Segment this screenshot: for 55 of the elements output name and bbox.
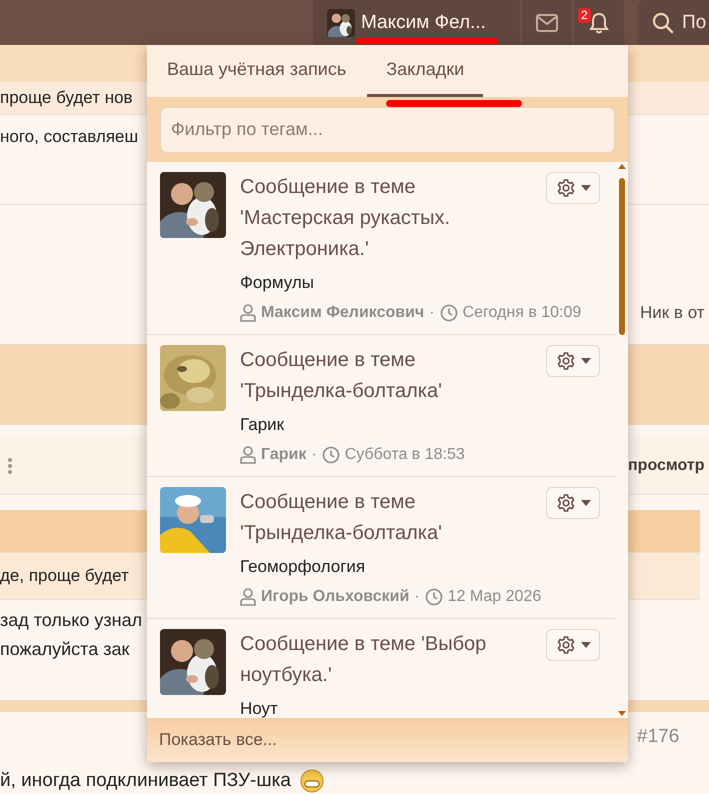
- grin-emoji-icon: [298, 768, 325, 794]
- show-all-link[interactable]: Показать все...: [159, 730, 277, 750]
- bookmark-title[interactable]: Сообщение в теме 'Выбор ноутбука.': [240, 629, 518, 691]
- more-icon[interactable]: [7, 456, 13, 474]
- notification-count: 2: [578, 8, 591, 23]
- search-button[interactable]: По: [638, 0, 709, 45]
- scrollbar[interactable]: [618, 164, 626, 716]
- user-menu-button[interactable]: Максим Фел...: [313, 0, 520, 45]
- tab[interactable]: Ваша учётная запись: [148, 45, 366, 97]
- person-icon: [240, 446, 256, 464]
- options-button[interactable]: [546, 345, 600, 377]
- post-text: проще будет нов: [0, 88, 133, 108]
- bookmark-label: Ноут: [240, 698, 279, 718]
- caret-icon: [580, 642, 590, 648]
- clock-icon: [440, 304, 458, 322]
- caret-icon: [580, 358, 590, 364]
- settings-icon: [556, 351, 576, 371]
- tag-filter-field[interactable]: Фильтр по тегам...: [160, 106, 615, 152]
- options-button[interactable]: [546, 172, 600, 204]
- clock-icon: [322, 446, 340, 464]
- bell-icon: [589, 12, 609, 34]
- settings-icon: [556, 493, 576, 513]
- bookmark-date: Сегодня в 10:09: [462, 303, 582, 323]
- messages-button[interactable]: [522, 0, 572, 45]
- post-text: ного, составляеш: [0, 127, 138, 147]
- bookmark-title[interactable]: Сообщение в теме 'Мастерская рукастых. Электроника.': [240, 172, 518, 265]
- separator: ·: [311, 445, 317, 465]
- separator: ·: [414, 587, 420, 607]
- bookmark-title[interactable]: Сообщение в теме 'Трынделка-болталка': [240, 487, 518, 549]
- post-text: де, проще будет: [0, 566, 129, 586]
- column-heading: просмотр: [628, 456, 705, 474]
- post-text: пожалуйста зак: [0, 639, 130, 660]
- bookmark-date: 12 Мар 2026: [448, 587, 542, 607]
- envelope-icon: [536, 14, 558, 32]
- bookmark-date: Суббота в 18:53: [344, 445, 465, 465]
- person-icon: [240, 304, 256, 322]
- post-text: й, иногда подклинивает ПЗУ-шка: [0, 770, 291, 792]
- search-icon: [652, 12, 674, 34]
- scroll-up-icon[interactable]: [618, 164, 626, 169]
- caret-icon: [580, 500, 590, 506]
- settings-icon: [556, 635, 576, 655]
- settings-icon: [556, 178, 576, 198]
- bookmark-label: Геоморфология: [240, 556, 366, 578]
- options-button[interactable]: [546, 629, 600, 661]
- post-text: Ник в от: [640, 303, 705, 323]
- caret-icon: [580, 185, 590, 191]
- bookmark-title[interactable]: Сообщение в теме 'Трынделка-болталка': [240, 345, 518, 407]
- bookmark-label: Гарик: [240, 414, 286, 436]
- separator: ·: [429, 303, 435, 323]
- clock-icon: [424, 588, 443, 606]
- notifications-button[interactable]: 2: [574, 0, 624, 45]
- bookmark-label: Формулы: [240, 272, 315, 294]
- options-button[interactable]: [546, 487, 600, 519]
- person-icon: [240, 588, 256, 606]
- post-text: зад только узнал: [0, 610, 142, 631]
